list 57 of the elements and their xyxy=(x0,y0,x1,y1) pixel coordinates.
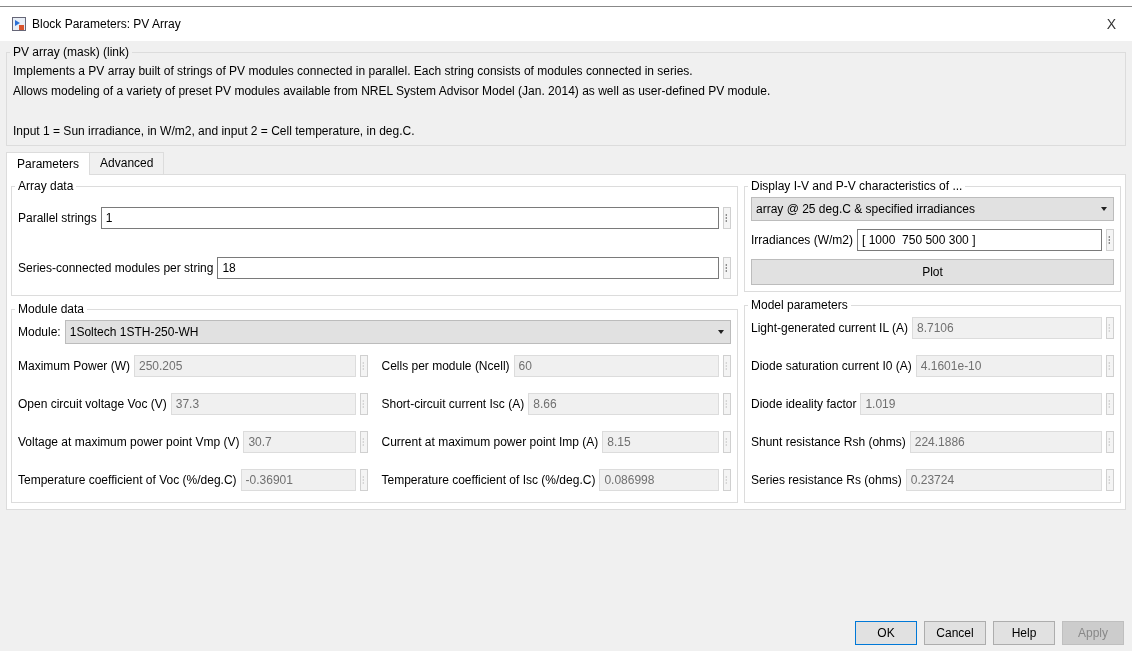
field-label: Short-circuit current Isc (A) xyxy=(381,397,525,411)
description-text: Input 1 = Sun irradiance, in W/m2, and input 2 = Cell temperature, in deg.C. xyxy=(13,123,416,140)
caret-icon xyxy=(1101,207,1107,211)
module-dropdown[interactable]: 1Soltech 1STH-250-WH xyxy=(64,320,731,344)
more-options-icon[interactable] xyxy=(723,355,731,377)
field-label: Irradiances (W/m2) xyxy=(751,233,854,247)
more-options-icon[interactable] xyxy=(359,431,368,453)
dialog-button[interactable]: Help xyxy=(993,621,1055,645)
field-label: Module: xyxy=(18,325,61,339)
field-label: Temperature coefficient of Isc (%/deg.C) xyxy=(381,473,596,487)
description-text: Allows modeling of a variety of preset PV modules available from NREL System Advisor Model (Jan. 2014) as well as user-defined PV module. xyxy=(13,83,772,100)
input-field[interactable]: 1 xyxy=(100,207,719,229)
more-options-icon[interactable] xyxy=(359,393,368,415)
more-options-icon[interactable] xyxy=(723,469,731,491)
more-options-icon[interactable] xyxy=(723,393,731,415)
field-label: Current at maximum power point Imp (A) xyxy=(381,435,599,449)
description-text: Implements a PV array built of strings of PV modules connected in parallel. Each string consists of modules connected in series. xyxy=(13,63,694,80)
more-options-icon[interactable] xyxy=(1106,393,1114,415)
field-label: Maximum Power (W) xyxy=(18,359,130,373)
field-label: Temperature coefficient of Voc (%/deg.C) xyxy=(18,473,237,487)
more-options-icon[interactable] xyxy=(1106,317,1114,339)
close-button[interactable]: X xyxy=(1100,14,1122,34)
more-options-icon[interactable] xyxy=(723,257,731,279)
field-label: Series resistance Rs (ohms) xyxy=(751,473,902,487)
plot-button[interactable]: Plot xyxy=(751,259,1114,285)
input-field[interactable]: [ 1000 750 500 300 ] xyxy=(857,229,1102,251)
field-label: Cells per module (Ncell) xyxy=(381,359,510,373)
field-label: Voltage at maximum power point Vmp (V) xyxy=(18,435,240,449)
group-title: PV array (mask) (link) xyxy=(12,45,130,59)
field-label: Diode saturation current I0 (A) xyxy=(751,359,912,373)
display-dropdown[interactable]: array @ 25 deg.C & specified irradiances xyxy=(751,197,1114,221)
group-title: Model parameters xyxy=(750,298,849,312)
more-options-icon[interactable] xyxy=(723,431,731,453)
more-options-icon[interactable] xyxy=(1106,469,1114,491)
window-title: Block Parameters: PV Array xyxy=(32,17,182,31)
group-title: Module data xyxy=(17,302,86,316)
field-label: Open circuit voltage Voc (V) xyxy=(18,397,167,411)
more-options-icon[interactable] xyxy=(1106,355,1114,377)
field-label: Shunt resistance Rsh (ohms) xyxy=(751,435,906,449)
field-label: Light-generated current IL (A) xyxy=(751,321,908,335)
tab[interactable]: Parameters xyxy=(6,152,91,175)
field-label: Diode ideality factor xyxy=(751,397,857,411)
more-options-icon[interactable] xyxy=(1106,229,1114,251)
field-label: Series-connected modules per string xyxy=(18,261,214,275)
dialog-button[interactable]: Cancel xyxy=(924,621,986,645)
input-field[interactable]: 18 xyxy=(217,257,719,279)
group-title: Array data xyxy=(17,179,75,193)
dialog-button[interactable]: OK xyxy=(855,621,917,645)
tab[interactable]: Advanced xyxy=(89,152,165,174)
field-label: Parallel strings xyxy=(18,211,97,225)
group-title: Display I-V and P-V characteristics of ... xyxy=(750,179,964,193)
caret-icon xyxy=(718,330,724,334)
more-options-icon[interactable] xyxy=(359,469,368,491)
app-icon xyxy=(12,17,26,31)
more-options-icon[interactable] xyxy=(1106,431,1114,453)
more-options-icon[interactable] xyxy=(359,355,368,377)
more-options-icon[interactable] xyxy=(723,207,731,229)
